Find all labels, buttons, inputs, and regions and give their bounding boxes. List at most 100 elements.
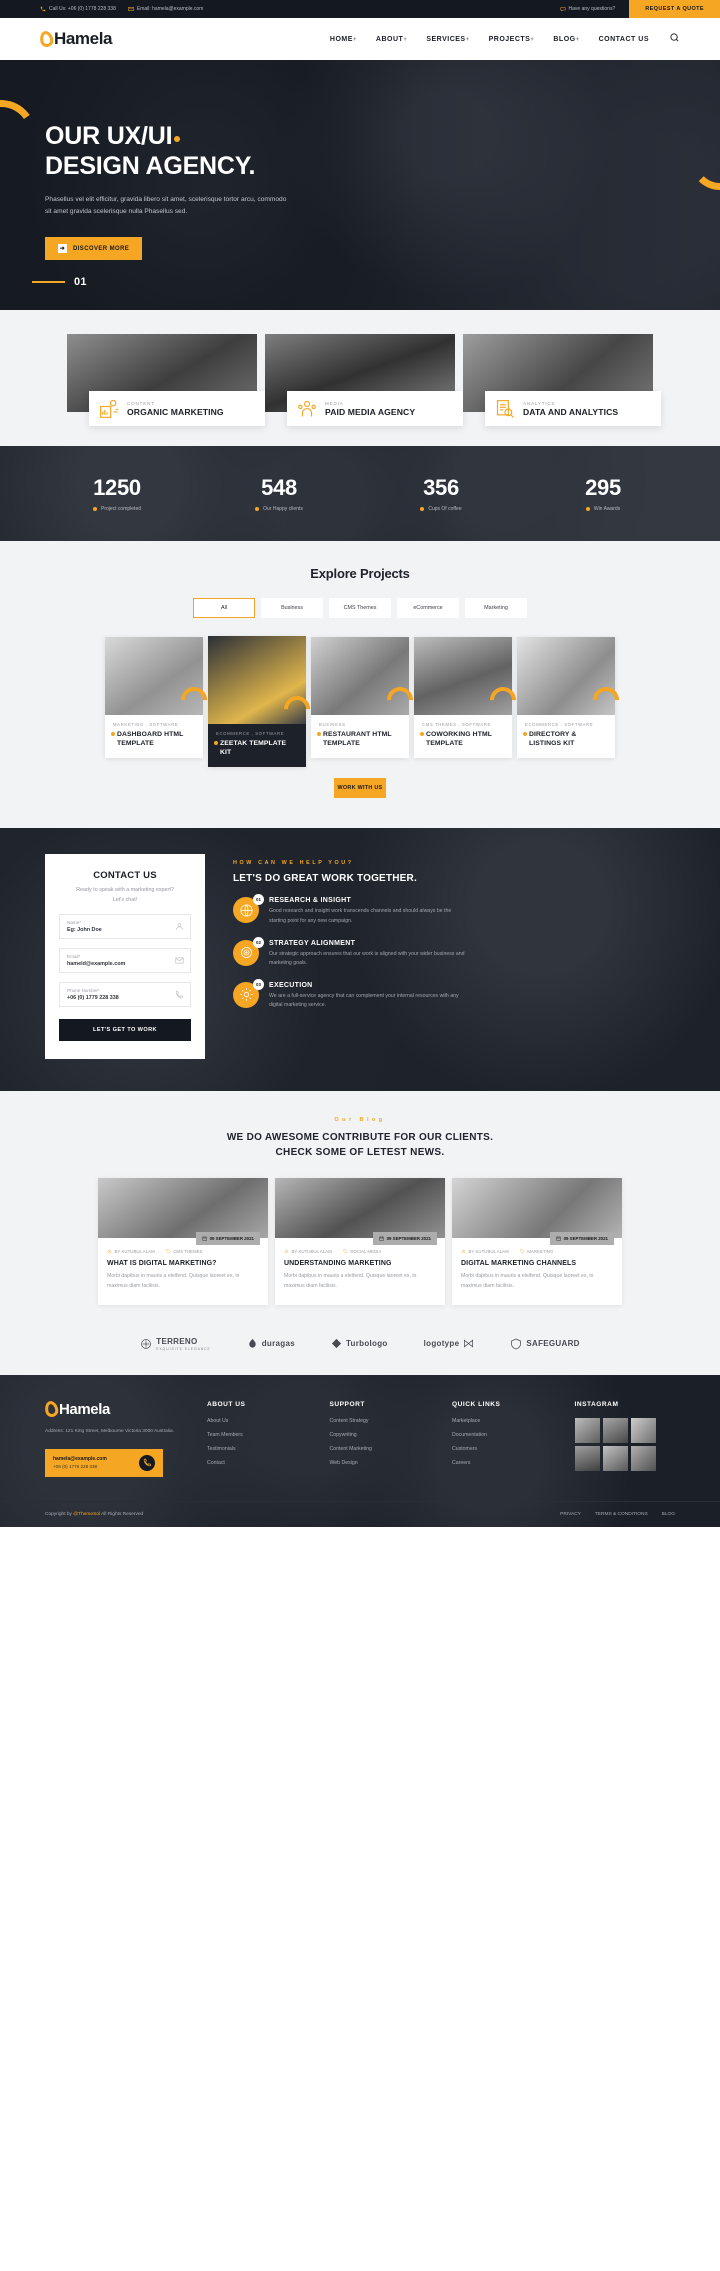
topbar-phone-label: Call Us: +06 (0) 1778 228 338	[49, 6, 116, 12]
footer-link[interactable]: Content Marketing	[330, 1446, 431, 1452]
footer-column-heading: QUICK LINKS	[452, 1400, 501, 1408]
step-text: RESEARCH & INSIGHT Good research and ins…	[269, 897, 469, 926]
nav-item-services[interactable]: SERVICES+	[426, 36, 469, 43]
topbar-questions[interactable]: Have any questions?	[560, 6, 630, 12]
site-logo[interactable]: Hamela	[38, 29, 113, 49]
search-button[interactable]	[669, 30, 680, 48]
filter-all[interactable]: All	[193, 598, 255, 618]
footer-brand-column: Hamela Address: 121 King Street, Melbour…	[43, 1399, 185, 1477]
filter-marketing[interactable]: Marketing	[465, 598, 527, 618]
instagram-thumb[interactable]	[574, 1445, 600, 1471]
project-card[interactable]: BUSINESS RESTAURANT HTML TEMPLATE	[311, 637, 419, 759]
lets-get-to-work-button[interactable]: LET'S GET TO WORK	[59, 1019, 191, 1042]
project-card[interactable]: CMS THEMES , SOFTWARE COWORKING HTML TEM…	[414, 637, 522, 759]
footer-logo[interactable]: Hamela	[43, 1399, 185, 1419]
project-filters: All Business CMS Themes eCommerce Market…	[0, 598, 720, 618]
phone-field-label: Phone Number*	[67, 988, 100, 994]
service-card-paid-media-agency[interactable]: MEDIA PAID MEDIA AGENCY	[265, 334, 463, 426]
name-field[interactable]: Name* Eg: John Doe	[59, 914, 191, 940]
footer-bottom-link-privacy[interactable]: PRIVACY	[560, 1512, 581, 1517]
user-icon	[107, 1249, 112, 1254]
projects-title: Explore Projects	[310, 566, 410, 581]
logo-text: Hamela	[54, 29, 113, 48]
footer-column-heading: ABOUT US	[207, 1400, 246, 1408]
footer-link[interactable]: Team Members	[207, 1432, 308, 1438]
hero-title-text: OUR UX/UI	[45, 122, 173, 150]
service-caption: ANALYTICS DATA AND ANALYTICS	[485, 391, 661, 426]
blog-category: SOCIAL MEDIA	[343, 1249, 381, 1254]
nav-item-contact-us[interactable]: CONTACT US	[599, 36, 649, 43]
topbar-phone[interactable]: Call Us: +06 (0) 1778 228 338	[40, 6, 116, 12]
nav-item-projects[interactable]: PROJECTS+	[489, 36, 535, 43]
footer-link[interactable]: Documentation	[452, 1432, 553, 1438]
phone-field-value: +06 (0) 1779 228 338	[67, 995, 119, 1002]
blog-section: Our Blog WE DO AWESOME CONTRIBUTE FOR OU…	[0, 1091, 720, 1327]
project-card[interactable]: ECOMMERCE , SOFTWARE DIRECTORY & LISTING…	[517, 637, 625, 759]
contact-kicker: HOW CAN WE HELP YOU?	[233, 860, 354, 867]
footer-link[interactable]: Web Design	[330, 1460, 431, 1466]
stat-win-awards: 295 Win Awards	[553, 475, 653, 512]
instagram-thumb[interactable]	[630, 1417, 656, 1443]
strategy-target-icon: 02	[233, 936, 264, 966]
service-card-data-and-analytics[interactable]: ANALYTICS DATA AND ANALYTICS	[463, 334, 661, 426]
blog-date-text: 09 SEPTEMBER 2021	[563, 1236, 608, 1242]
instagram-thumb[interactable]	[630, 1445, 656, 1471]
project-card[interactable]: ECOMMERCE , SOFTWARE ZEETAK TEMPLATE KIT	[208, 636, 316, 768]
instagram-thumb[interactable]	[602, 1417, 628, 1443]
stat-project-completed: 1250 Project completed	[67, 475, 167, 512]
work-with-us-button[interactable]: WORK WITH US	[334, 778, 386, 799]
footer-link[interactable]: Careers	[452, 1460, 553, 1466]
step-research-insight: 01 RESEARCH & INSIGHT Good research and …	[233, 894, 675, 926]
blog-author: BY KUTUBUL ALAM	[107, 1249, 155, 1254]
email-field[interactable]: Email* hameld@example.com	[59, 948, 191, 974]
footer-column-quick-links: QUICK LINKS Marketplace Documentation Cu…	[452, 1401, 553, 1477]
top-bar-contacts: Call Us: +06 (0) 1778 228 338 Email: ham…	[40, 6, 203, 12]
stat-label: Our Happy clients	[229, 506, 329, 512]
copyright-brand[interactable]: @ThemeSol	[73, 1512, 100, 1517]
blog-card[interactable]: 09 SEPTEMBER 2021 BY KUTUBUL ALAM CMS TH…	[98, 1178, 268, 1305]
projects-row: MARKETING , SOFTWARE DASHBOARD HTML TEMP…	[0, 636, 720, 768]
topbar-questions-label: Have any questions?	[568, 6, 616, 12]
footer-link[interactable]: Copywriting	[330, 1432, 431, 1438]
blog-card[interactable]: 09 SEPTEMBER 2021 BY KUTUBUL ALAM MARKET…	[452, 1178, 622, 1305]
footer-contact-cta[interactable]: hamela@example.com +06 (0) 1778 228 338	[45, 1448, 163, 1477]
discover-more-button[interactable]: ➜ DISCOVER MORE	[45, 237, 143, 261]
footer-link[interactable]: Testimonials	[207, 1446, 308, 1452]
project-card[interactable]: MARKETING , SOFTWARE DASHBOARD HTML TEMP…	[105, 637, 213, 759]
topbar-email[interactable]: Email: hamela@example.com	[128, 6, 203, 12]
filter-cms-themes[interactable]: CMS Themes	[329, 598, 391, 618]
nav-item-blog[interactable]: BLOG+	[553, 36, 579, 43]
blog-date-badge: 09 SEPTEMBER 2021	[195, 1232, 260, 1246]
search-icon	[670, 33, 679, 42]
footer-cta-text: hamela@example.com +06 (0) 1778 228 338	[53, 1456, 107, 1469]
blog-card[interactable]: 09 SEPTEMBER 2021 BY KUTUBUL ALAM SOCIAL…	[275, 1178, 445, 1305]
phone-field[interactable]: Phone Number* +06 (0) 1779 228 338	[59, 982, 191, 1008]
request-quote-button[interactable]: REQUEST A QUOTE	[629, 0, 720, 18]
footer-bottom-link-blog[interactable]: BLOG	[662, 1512, 675, 1517]
hero-title-line1: OUR UX/UI	[45, 122, 720, 152]
phone-icon	[40, 6, 46, 12]
blog-category: MARKETING	[520, 1249, 553, 1254]
email-field-label: Email*	[67, 954, 81, 960]
filter-business[interactable]: Business	[261, 598, 323, 618]
instagram-thumb[interactable]	[574, 1417, 600, 1443]
blog-date-badge: 09 SEPTEMBER 2021	[372, 1232, 437, 1246]
contact-form-heading: CONTACT US	[93, 870, 157, 882]
envelope-icon	[128, 7, 134, 11]
instagram-thumb[interactable]	[602, 1445, 628, 1471]
footer-link[interactable]: Marketplace	[452, 1418, 553, 1424]
filter-ecommerce[interactable]: eCommerce	[397, 598, 459, 618]
service-card-organic-marketing[interactable]: CONTENT ORGANIC MARKETING	[67, 334, 265, 426]
calendar-icon	[555, 1236, 561, 1241]
brand-logo-logotype: logotype	[424, 1338, 475, 1349]
footer-link[interactable]: Contact	[207, 1460, 308, 1466]
nav-item-about[interactable]: ABOUT+	[376, 36, 407, 43]
footer-link[interactable]: About Us	[207, 1418, 308, 1424]
footer-link[interactable]: Customers	[452, 1446, 553, 1452]
footer-bottom-link-terms[interactable]: TERMS & CONDITIONS	[595, 1512, 648, 1517]
nav-item-home[interactable]: HOME+	[330, 36, 357, 43]
stat-label: Cups Of coffee	[391, 506, 491, 512]
brand-name: TERRENO EXQUISITE ELEGANCE	[156, 1336, 211, 1351]
footer-link[interactable]: Content Strategy	[330, 1418, 431, 1424]
project-body: ECOMMERCE , SOFTWARE DIRECTORY & LISTING…	[517, 681, 625, 758]
